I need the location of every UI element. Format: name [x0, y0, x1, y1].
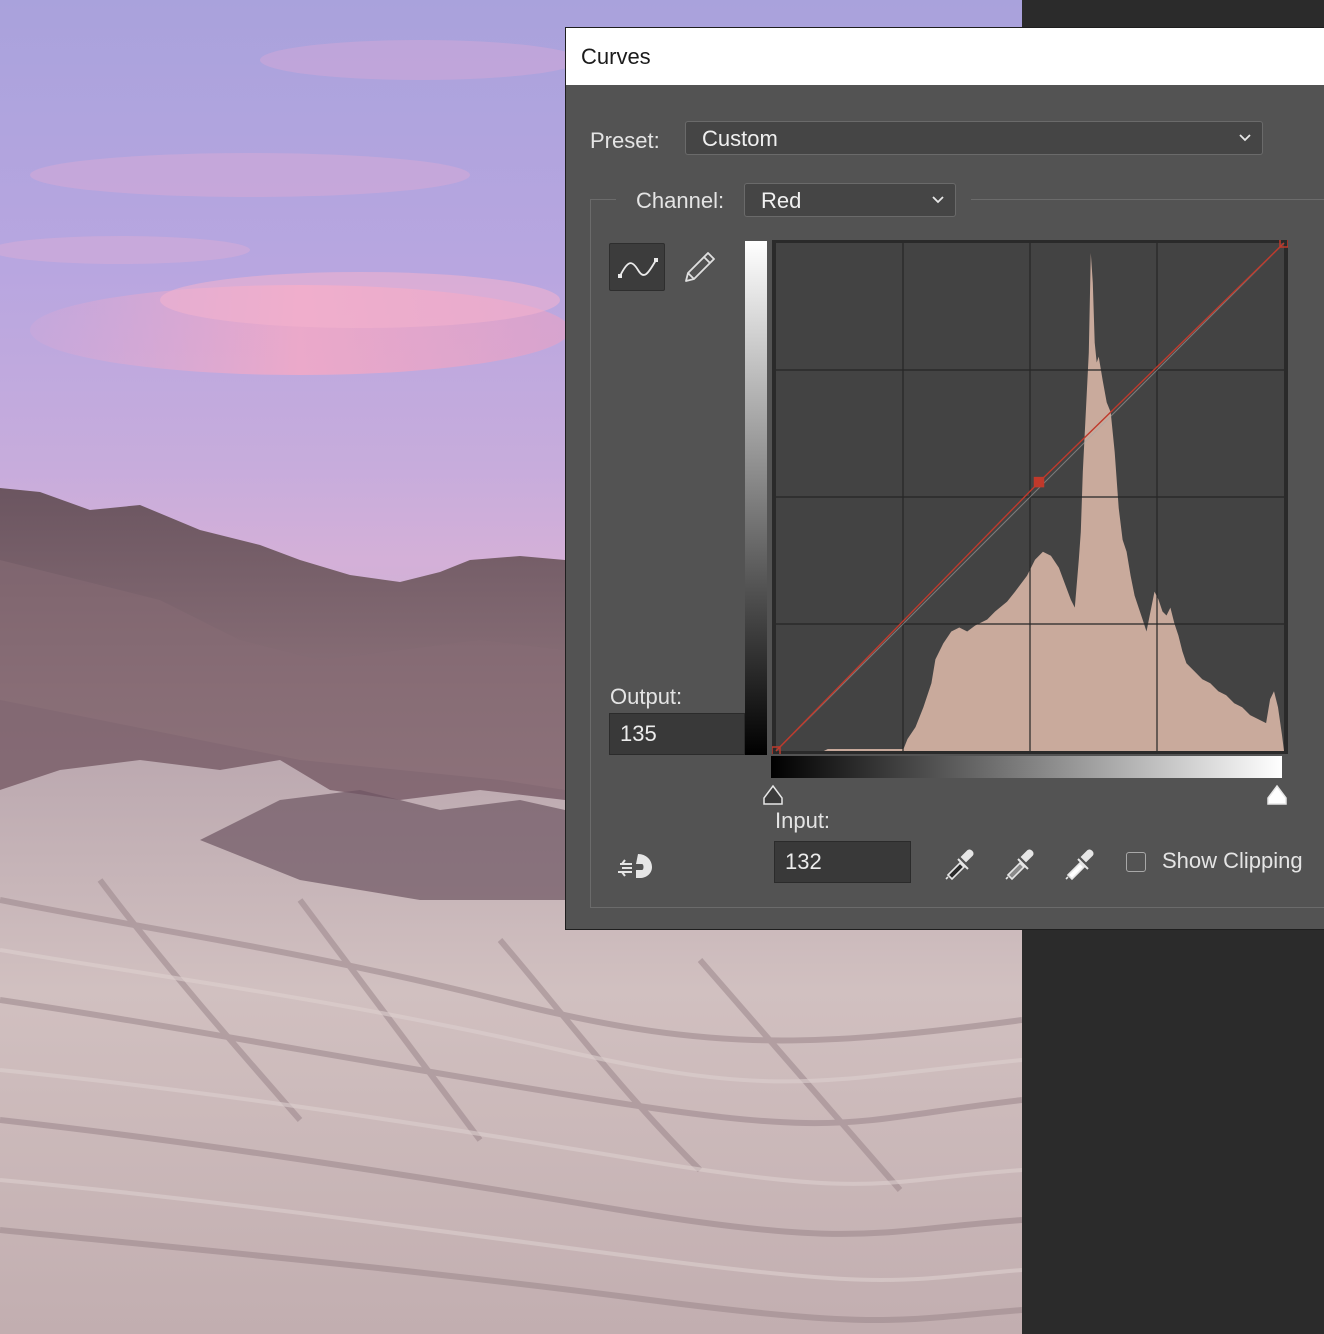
black-point-slider[interactable]	[762, 784, 784, 806]
preset-label: Preset:	[590, 128, 660, 153]
preset-dropdown[interactable]: Custom	[685, 121, 1263, 155]
preset-value: Custom	[702, 126, 778, 151]
input-gradient-bar	[771, 756, 1282, 778]
pencil-tool-button[interactable]	[676, 243, 732, 291]
curve-tool-icon	[618, 258, 658, 278]
white-point-slider[interactable]	[1266, 784, 1288, 806]
curves-graph[interactable]	[772, 240, 1288, 754]
curve-point-tool-button[interactable]	[609, 243, 665, 291]
output-value: 135	[620, 721, 657, 746]
output-label: Output:	[610, 684, 683, 709]
targeted-adjustment-icon[interactable]	[616, 850, 658, 882]
channel-label: Channel:	[636, 188, 725, 213]
white-point-eyedropper-icon[interactable]	[1060, 843, 1096, 883]
input-value: 132	[785, 849, 822, 874]
show-clipping-checkbox[interactable]	[1126, 852, 1146, 872]
channel-value: Red	[761, 188, 802, 213]
dialog-titlebar[interactable]: Curves	[566, 28, 1324, 85]
output-field[interactable]: 135	[609, 713, 745, 755]
chevron-down-icon	[932, 196, 944, 204]
gray-point-eyedropper-icon[interactable]	[1000, 843, 1036, 883]
dialog-title: Curves	[581, 44, 651, 69]
input-field[interactable]: 132	[774, 841, 911, 883]
pencil-icon	[685, 252, 715, 282]
chevron-down-icon	[1239, 134, 1251, 142]
input-label: Input:	[775, 808, 831, 833]
show-clipping-label: Show Clipping	[1162, 848, 1303, 873]
curves-dialog: Curves Preset: Custom Channel: Red Outpu…	[565, 27, 1324, 930]
channel-dropdown[interactable]: Red	[744, 183, 956, 217]
output-gradient-bar	[745, 241, 767, 755]
black-point-eyedropper-icon[interactable]	[940, 843, 976, 883]
curve-control-point-selected[interactable]	[1033, 476, 1045, 488]
